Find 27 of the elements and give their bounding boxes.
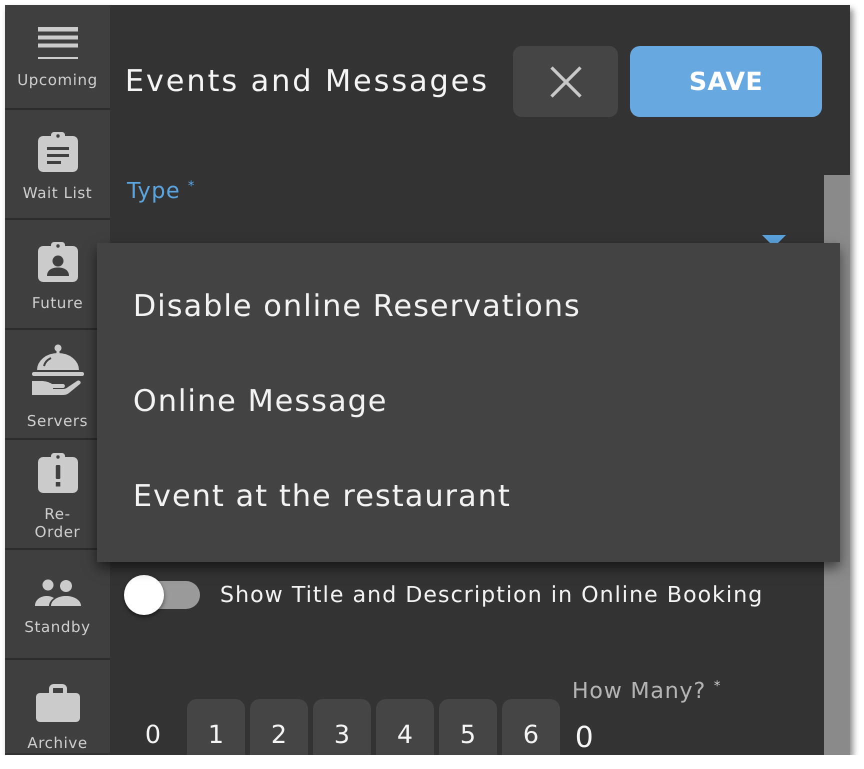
clipboard-exclamation-icon bbox=[38, 453, 78, 493]
number-option[interactable]: 6 bbox=[502, 699, 560, 755]
field-label: Type $^{*}$ bbox=[126, 180, 196, 204]
number-option[interactable]: 2 bbox=[250, 699, 308, 755]
list-icon bbox=[38, 26, 78, 58]
dropdown-arrow-icon[interactable] bbox=[762, 235, 786, 243]
number-option[interactable]: 4 bbox=[376, 699, 434, 755]
number-option[interactable]: 3 bbox=[313, 699, 371, 755]
page-title: Events and Messages bbox=[125, 64, 490, 100]
number-option[interactable]: 5 bbox=[439, 699, 497, 755]
toggle-label: Show Title and Description in Online Booking bbox=[220, 582, 764, 610]
sidebar-item[interactable]: Archive bbox=[5, 660, 110, 753]
people-icon bbox=[34, 578, 80, 606]
sidebar-item[interactable]: Standby bbox=[5, 550, 110, 660]
briefcase-icon bbox=[36, 684, 80, 722]
close-icon bbox=[550, 66, 582, 98]
sidebar-item[interactable]: Future bbox=[5, 220, 110, 330]
number-option[interactable]: 1 bbox=[187, 699, 245, 755]
sidebar-item[interactable]: Wait List bbox=[5, 110, 110, 220]
clipboard-icon bbox=[38, 132, 78, 172]
close-button[interactable] bbox=[513, 46, 618, 117]
toggle-switch[interactable] bbox=[124, 575, 200, 615]
field-label: How Many? $^{*}$ bbox=[572, 680, 722, 704]
clipboard-person-icon bbox=[38, 242, 78, 282]
number-option[interactable]: 0 bbox=[124, 699, 182, 755]
sidebar-item[interactable]: Upcoming bbox=[5, 5, 110, 110]
number-input[interactable]: 0 bbox=[572, 709, 800, 755]
